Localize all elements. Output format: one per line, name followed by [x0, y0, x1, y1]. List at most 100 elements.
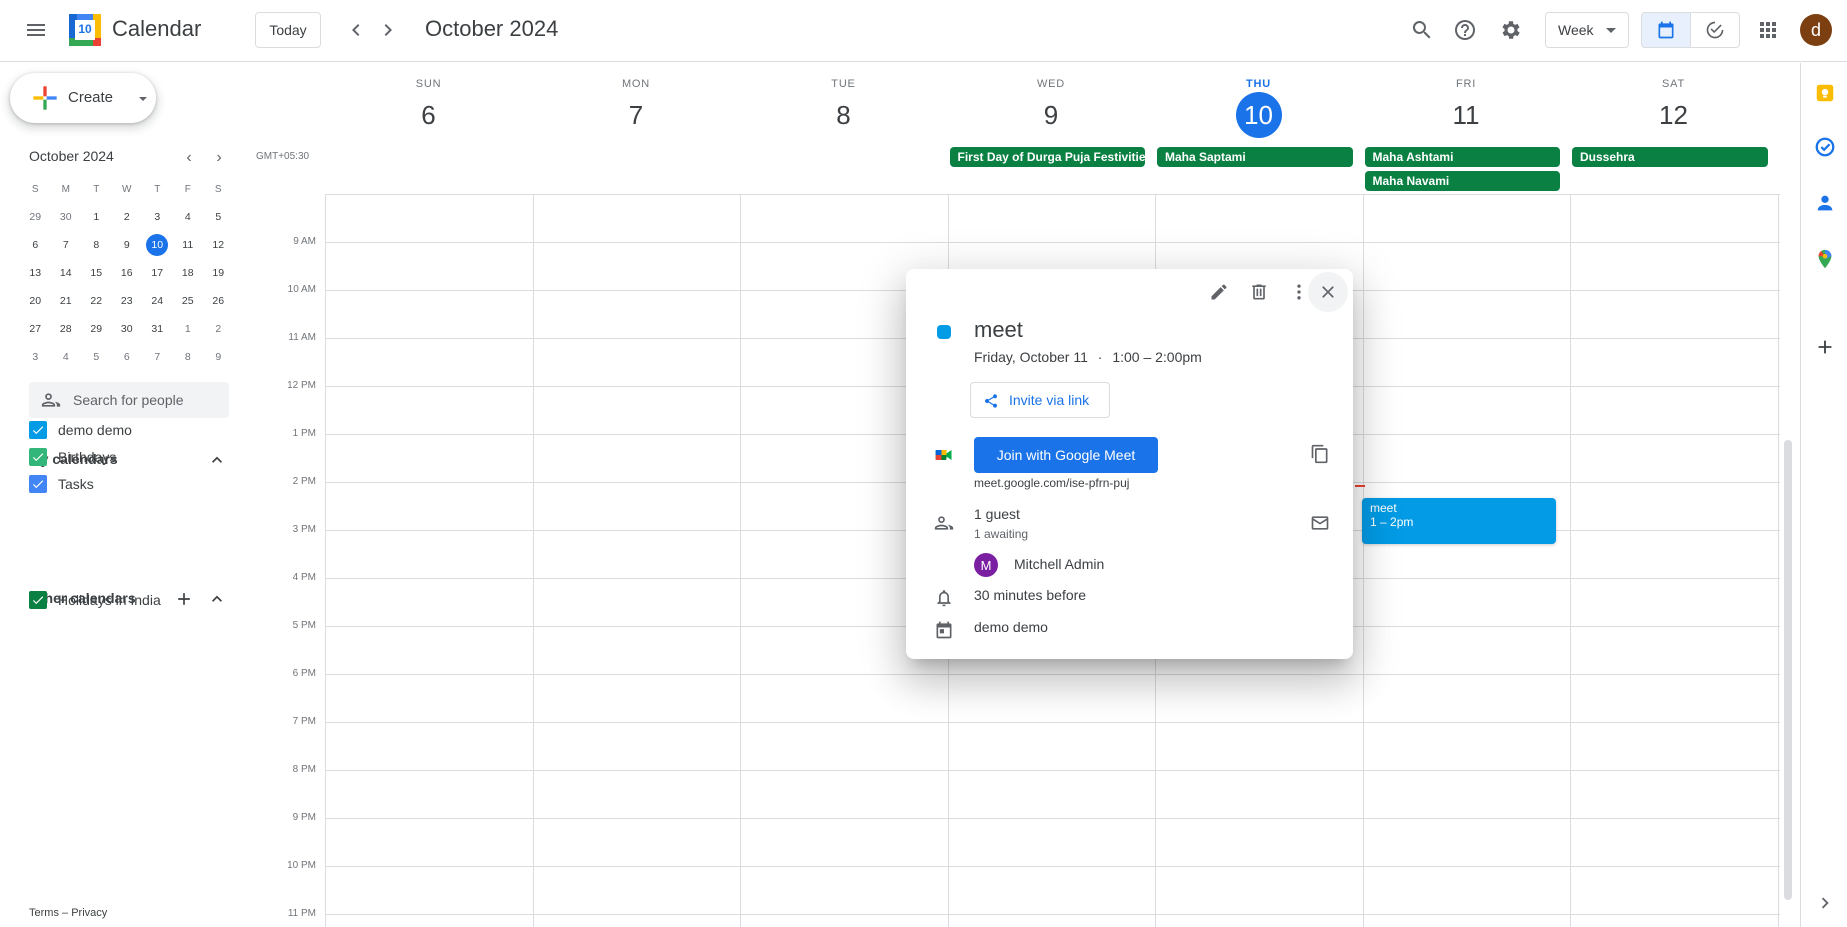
add-other-calendar-icon[interactable]	[172, 587, 196, 611]
collapse-other-calendars-icon[interactable]	[205, 587, 229, 611]
search-people-field[interactable]: Search for people	[29, 382, 229, 418]
allday-event[interactable]: Maha Navami	[1364, 171, 1560, 191]
mini-next-month-icon[interactable]: ›	[209, 148, 229, 168]
checkbox-checked-icon[interactable]	[29, 591, 47, 609]
mini-day[interactable]: 23	[112, 289, 143, 313]
calendar-item[interactable]: Holidays in India	[29, 588, 161, 612]
day-header-sat[interactable]: SAT 12	[1570, 78, 1777, 138]
mini-day[interactable]: 4	[51, 345, 82, 369]
mini-day[interactable]: 8	[81, 233, 112, 257]
calendar-item[interactable]: Tasks	[29, 472, 94, 496]
mini-day[interactable]: 12	[203, 233, 234, 257]
day-header-tue[interactable]: TUE 8	[740, 78, 947, 138]
mini-day[interactable]: 28	[51, 317, 82, 341]
terms-link[interactable]: Terms	[29, 907, 59, 919]
copy-icon[interactable]	[1300, 434, 1340, 474]
mini-day[interactable]: 27	[20, 317, 51, 341]
add-addon-icon[interactable]	[1813, 335, 1837, 359]
day-header-mon[interactable]: MON 7	[533, 78, 740, 138]
today-button[interactable]: Today	[255, 12, 321, 48]
checkbox-checked-icon[interactable]	[29, 448, 47, 466]
mini-day[interactable]: 24	[142, 289, 173, 313]
mini-day[interactable]: 26	[203, 289, 234, 313]
next-week-icon[interactable]	[368, 10, 408, 50]
keep-icon[interactable]	[1813, 81, 1837, 105]
mini-day[interactable]: 6	[112, 345, 143, 369]
mini-day[interactable]: 29	[81, 317, 112, 341]
day-number[interactable]: 10	[1155, 92, 1362, 138]
day-header-fri[interactable]: FRI 11	[1363, 78, 1570, 138]
day-header-thu[interactable]: THU 10	[1155, 78, 1362, 138]
join-google-meet-button[interactable]: Join with Google Meet	[974, 437, 1158, 473]
create-button[interactable]: Create	[10, 73, 156, 123]
meet-url[interactable]: meet.google.com/ise-pfrn-puj	[974, 476, 1129, 490]
mini-day[interactable]: 13	[20, 261, 51, 285]
main-menu-icon[interactable]	[16, 10, 56, 50]
edit-pencil-icon[interactable]	[1199, 272, 1239, 312]
mini-day[interactable]: 30	[51, 205, 82, 229]
mini-day[interactable]: 17	[142, 261, 173, 285]
mini-day[interactable]: 16	[112, 261, 143, 285]
mini-day[interactable]: 4	[173, 205, 204, 229]
calendar-item[interactable]: demo demo	[29, 418, 132, 442]
mini-day[interactable]: 31	[142, 317, 173, 341]
day-number[interactable]: 12	[1570, 92, 1777, 138]
delete-trash-icon[interactable]	[1239, 272, 1279, 312]
contacts-icon[interactable]	[1813, 191, 1837, 215]
mini-day[interactable]: 29	[20, 205, 51, 229]
tasks-icon[interactable]	[1813, 135, 1837, 159]
day-number[interactable]: 11	[1363, 92, 1570, 138]
event-meet[interactable]: meet 1 – 2pm	[1362, 498, 1556, 544]
mini-day[interactable]: 3	[20, 345, 51, 369]
search-icon[interactable]	[1402, 10, 1442, 50]
mini-day[interactable]: 22	[81, 289, 112, 313]
allday-event[interactable]: Maha Saptami	[1157, 147, 1353, 167]
privacy-link[interactable]: Privacy	[71, 907, 107, 919]
mini-day[interactable]: 10	[142, 233, 173, 257]
allday-event[interactable]: Maha Ashtami	[1364, 147, 1560, 167]
view-selector[interactable]: Week	[1545, 12, 1629, 48]
mini-day[interactable]: 9	[203, 345, 234, 369]
mini-day[interactable]: 7	[51, 233, 82, 257]
maps-icon[interactable]	[1813, 247, 1837, 271]
day-number[interactable]: 8	[740, 92, 947, 138]
expand-panel-icon[interactable]	[1813, 891, 1837, 915]
tasks-view-toggle[interactable]	[1690, 12, 1740, 48]
invite-via-link-button[interactable]: Invite via link	[970, 382, 1110, 418]
mini-day[interactable]: 1	[173, 317, 204, 341]
email-guests-icon[interactable]	[1300, 503, 1340, 543]
mini-day[interactable]: 9	[112, 233, 143, 257]
allday-event[interactable]: First Day of Durga Puja Festivities	[949, 147, 1145, 167]
close-icon[interactable]	[1308, 272, 1348, 312]
day-number[interactable]: 6	[325, 92, 532, 138]
allday-event[interactable]: Dussehra	[1572, 147, 1768, 167]
mini-day[interactable]: 18	[173, 261, 204, 285]
day-header-sun[interactable]: SUN 6	[325, 78, 532, 138]
calendar-item[interactable]: Birthdays	[29, 445, 116, 469]
account-avatar[interactable]: d	[1800, 14, 1832, 46]
help-icon[interactable]	[1445, 10, 1485, 50]
settings-gear-icon[interactable]	[1491, 10, 1531, 50]
mini-prev-month-icon[interactable]: ‹	[179, 148, 199, 168]
mini-day[interactable]: 2	[203, 317, 234, 341]
mini-day[interactable]: 5	[81, 345, 112, 369]
day-number[interactable]: 9	[948, 92, 1155, 138]
mini-day[interactable]: 30	[112, 317, 143, 341]
mini-day[interactable]: 15	[81, 261, 112, 285]
vertical-scrollbar[interactable]	[1784, 440, 1792, 900]
mini-day[interactable]: 8	[173, 345, 204, 369]
mini-day[interactable]: 6	[20, 233, 51, 257]
mini-day[interactable]: 20	[20, 289, 51, 313]
mini-day[interactable]: 1	[81, 205, 112, 229]
mini-day[interactable]: 3	[142, 205, 173, 229]
day-number[interactable]: 7	[533, 92, 740, 138]
mini-day[interactable]: 25	[173, 289, 204, 313]
mini-day[interactable]: 14	[51, 261, 82, 285]
day-header-wed[interactable]: WED 9	[948, 78, 1155, 138]
mini-day[interactable]: 5	[203, 205, 234, 229]
checkbox-checked-icon[interactable]	[29, 475, 47, 493]
mini-day[interactable]: 21	[51, 289, 82, 313]
apps-grid-icon[interactable]	[1748, 10, 1788, 50]
mini-day[interactable]: 11	[173, 233, 204, 257]
checkbox-checked-icon[interactable]	[29, 421, 47, 439]
